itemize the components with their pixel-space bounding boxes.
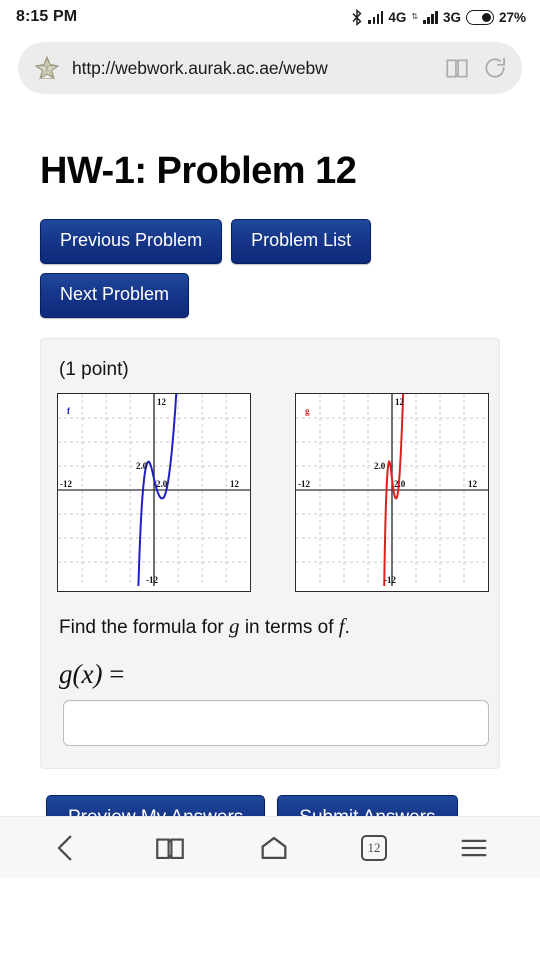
book-icon[interactable] [444, 55, 470, 81]
data-activity-icon: ⇅ [411, 12, 419, 21]
page-title: HW-1: Problem 12 [40, 150, 357, 192]
back-chevron-icon[interactable] [49, 831, 83, 865]
page-content: HW-1: Problem 12 Previous Problem Proble… [0, 108, 540, 879]
url-text[interactable]: http://webwork.aurak.ac.ae/webw [72, 58, 432, 79]
home-icon[interactable] [257, 831, 291, 865]
graph-g-label: g [305, 406, 310, 416]
graph-container: f 12 -12 12 -12 2.0 2.0 g 12 -12 12 -12 … [57, 392, 489, 592]
graph-g-canvas: g 12 -12 12 -12 2.0 2.0 [296, 393, 488, 586]
graph-g-xright-label: 12 [468, 479, 478, 489]
graph-f-inner-y-label: 2.0 [136, 461, 148, 471]
previous-problem-button[interactable]: Previous Problem [40, 219, 223, 264]
graph-f-canvas: f 12 -12 12 -12 2.0 2.0 [58, 393, 250, 586]
network-type-sim2: 3G [442, 9, 461, 25]
problem-prompt: Find the formula for g in terms of f. [57, 592, 483, 639]
prompt-middle: in terms of [244, 616, 334, 638]
problem-panel: (1 point) f 12 -12 12 -12 2.0 2.0 g 12 -… [40, 337, 500, 769]
browser-bottom-nav: 12 [0, 816, 540, 879]
graph-g-inner-x-label: 2.0 [394, 479, 406, 489]
graph-g-ybottom-label: -12 [384, 575, 396, 585]
answer-label-function: g(x) [59, 658, 103, 689]
status-indicators: 4G ⇅ 3G 27% [351, 8, 526, 26]
browser-toolbar: http://webwork.aurak.ac.ae/webw [0, 34, 540, 108]
graph-f: f 12 -12 12 -12 2.0 2.0 [57, 392, 251, 592]
prompt-prefix: Find the formula for [59, 616, 224, 638]
status-bar: 8:15 PM 4G ⇅ 3G 27% [0, 0, 540, 34]
problem-list-button[interactable]: Problem List [231, 219, 372, 264]
graph-g-inner-y-label: 2.0 [374, 461, 386, 471]
problem-nav-buttons: Previous Problem Problem List Next Probl… [0, 193, 430, 318]
network-type-sim1: 4G [388, 9, 407, 25]
graph-g: g 12 -12 12 -12 2.0 2.0 [295, 392, 489, 592]
bluetooth-icon [352, 8, 362, 26]
answer-input[interactable] [63, 699, 489, 746]
graph-f-inner-x-label: 2.0 [156, 479, 168, 489]
url-bar[interactable]: http://webwork.aurak.ac.ae/webw [18, 42, 522, 94]
status-time: 8:15 PM [16, 8, 78, 25]
tabs-icon[interactable]: 12 [361, 834, 387, 861]
webwork-star-favicon [34, 55, 60, 80]
graph-f-xleft-label: -12 [60, 479, 72, 489]
book-icon[interactable] [153, 831, 187, 865]
battery-percent: 27% [498, 9, 526, 25]
graph-g-xleft-label: -12 [298, 479, 310, 489]
graph-f-ytop-label: 12 [157, 397, 167, 407]
problem-points: (1 point) [59, 358, 129, 380]
signal-bars-sim1 [368, 10, 384, 24]
prompt-var-g: g [229, 613, 240, 638]
signal-bars-sim2 [423, 10, 438, 24]
answer-label-equals: = [109, 658, 125, 689]
battery-icon [465, 9, 494, 25]
reload-icon[interactable] [482, 55, 508, 81]
graph-g-ytop-label: 12 [395, 397, 405, 407]
menu-icon[interactable] [457, 831, 491, 865]
answer-label: g(x) = [57, 639, 483, 696]
prompt-suffix: . [344, 616, 350, 638]
graph-f-ybottom-label: -12 [146, 575, 158, 585]
next-problem-button[interactable]: Next Problem [40, 272, 190, 318]
graph-f-xright-label: 12 [230, 479, 240, 489]
